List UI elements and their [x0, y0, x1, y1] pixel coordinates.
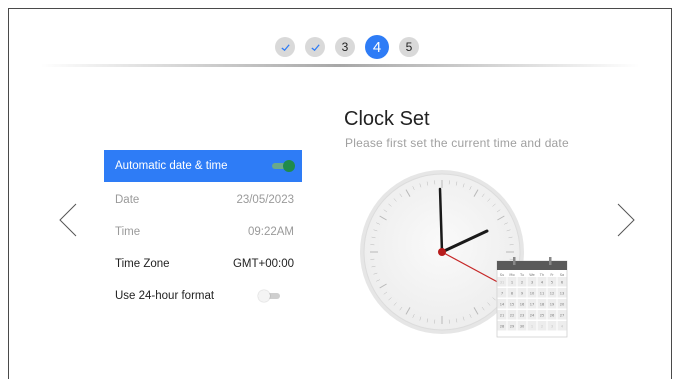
check-icon — [310, 43, 320, 51]
calendar-day: 14 — [500, 303, 505, 307]
automatic-date-time-toggle[interactable] — [272, 160, 295, 172]
calendar-day: 30 — [520, 325, 525, 329]
setup-stepper: 3 4 5 — [275, 35, 419, 59]
calendar-weekday: Tu — [519, 273, 524, 277]
24-hour-format-toggle[interactable] — [258, 290, 280, 302]
calendar-day: 27 — [560, 314, 565, 318]
calendar-day: 29 — [510, 325, 515, 329]
calendar-day: 22 — [510, 314, 515, 318]
calendar-day: 26 — [550, 314, 555, 318]
step-number: 5 — [405, 40, 413, 54]
calendar-day: 18 — [540, 303, 545, 307]
calendar-day: 2 — [521, 281, 523, 285]
calendar-day: 10 — [530, 292, 535, 296]
calendar-day: 15 — [510, 303, 515, 307]
date-label: Date — [115, 194, 140, 206]
clock-settings-list: Automatic date & time Date 23/05/2023 Ti… — [104, 150, 302, 312]
chevron-right-icon[interactable] — [614, 200, 638, 240]
calendar-weekday: Su — [500, 273, 505, 277]
calendar-day: 2 — [541, 325, 543, 329]
page-subtitle: Please first set the current time and da… — [345, 136, 569, 150]
clock-calendar-illustration: Su Mo Tu We Th Fr Sa31 1 2 3 4 5 67 8 9 10 11 12 1314 15 16 1… — [360, 170, 568, 338]
step-2[interactable] — [305, 37, 325, 57]
calendar-day: 16 — [520, 303, 525, 307]
calendar-day: 20 — [560, 303, 565, 307]
calendar-day: 31 — [500, 281, 505, 285]
24-hour-format-label: Use 24-hour format — [115, 290, 215, 302]
calendar-weekday: Mo — [509, 273, 514, 277]
calendar-day: 25 — [540, 314, 545, 318]
time-zone-value: GMT+00:00 — [232, 258, 294, 270]
chevron-left-icon[interactable] — [56, 200, 80, 240]
automatic-date-time-row[interactable]: Automatic date & time — [104, 150, 302, 182]
24-hour-format-row[interactable]: Use 24-hour format — [104, 280, 302, 312]
step-3[interactable]: 3 — [335, 37, 355, 57]
calendar-day: 7 — [501, 292, 503, 296]
calendar-day: 3 — [551, 325, 553, 329]
automatic-date-time-label: Automatic date & time — [115, 160, 228, 172]
time-row[interactable]: Time 09:22AM — [104, 216, 302, 248]
date-value: 23/05/2023 — [236, 194, 294, 206]
step-4[interactable]: 4 — [365, 35, 389, 59]
check-icon — [280, 43, 290, 51]
time-label: Time — [115, 226, 141, 238]
calendar-weekday: Sa — [560, 273, 564, 277]
page-title: Clock Set — [344, 108, 430, 130]
calendar-icon: Su Mo Tu We Th Fr Sa31 1 2 3 4 5 67 8 9 10 11 12 1314 15 16 1… — [496, 257, 568, 338]
calendar-day: 13 — [560, 292, 565, 296]
step-number: 4 — [372, 38, 382, 56]
calendar-day: 23 — [520, 314, 525, 318]
header-divider — [40, 64, 640, 67]
calendar-day: 28 — [500, 325, 505, 329]
calendar-day: 5 — [551, 281, 553, 285]
calendar-day: 24 — [530, 314, 535, 318]
calendar-day: 21 — [500, 314, 505, 318]
step-5[interactable]: 5 — [399, 37, 419, 57]
calendar-weekday: Th — [539, 273, 544, 277]
calendar-weekday: Fr — [550, 273, 554, 277]
date-row[interactable]: Date 23/05/2023 — [104, 184, 302, 216]
calendar-day: 3 — [531, 281, 533, 285]
time-zone-label: Time Zone — [115, 258, 170, 270]
calendar-day: 19 — [550, 303, 555, 307]
calendar-day: 17 — [530, 303, 535, 307]
calendar-day: 11 — [540, 292, 545, 296]
step-1[interactable] — [275, 37, 295, 57]
calendar-day: 1 — [531, 325, 533, 329]
step-number: 3 — [341, 40, 349, 54]
calendar-weekday: We — [529, 273, 535, 277]
calendar-day: 12 — [550, 292, 555, 296]
calendar-day: 1 — [511, 281, 513, 285]
time-value: 09:22AM — [247, 226, 294, 238]
time-zone-row[interactable]: Time Zone GMT+00:00 — [104, 248, 302, 280]
